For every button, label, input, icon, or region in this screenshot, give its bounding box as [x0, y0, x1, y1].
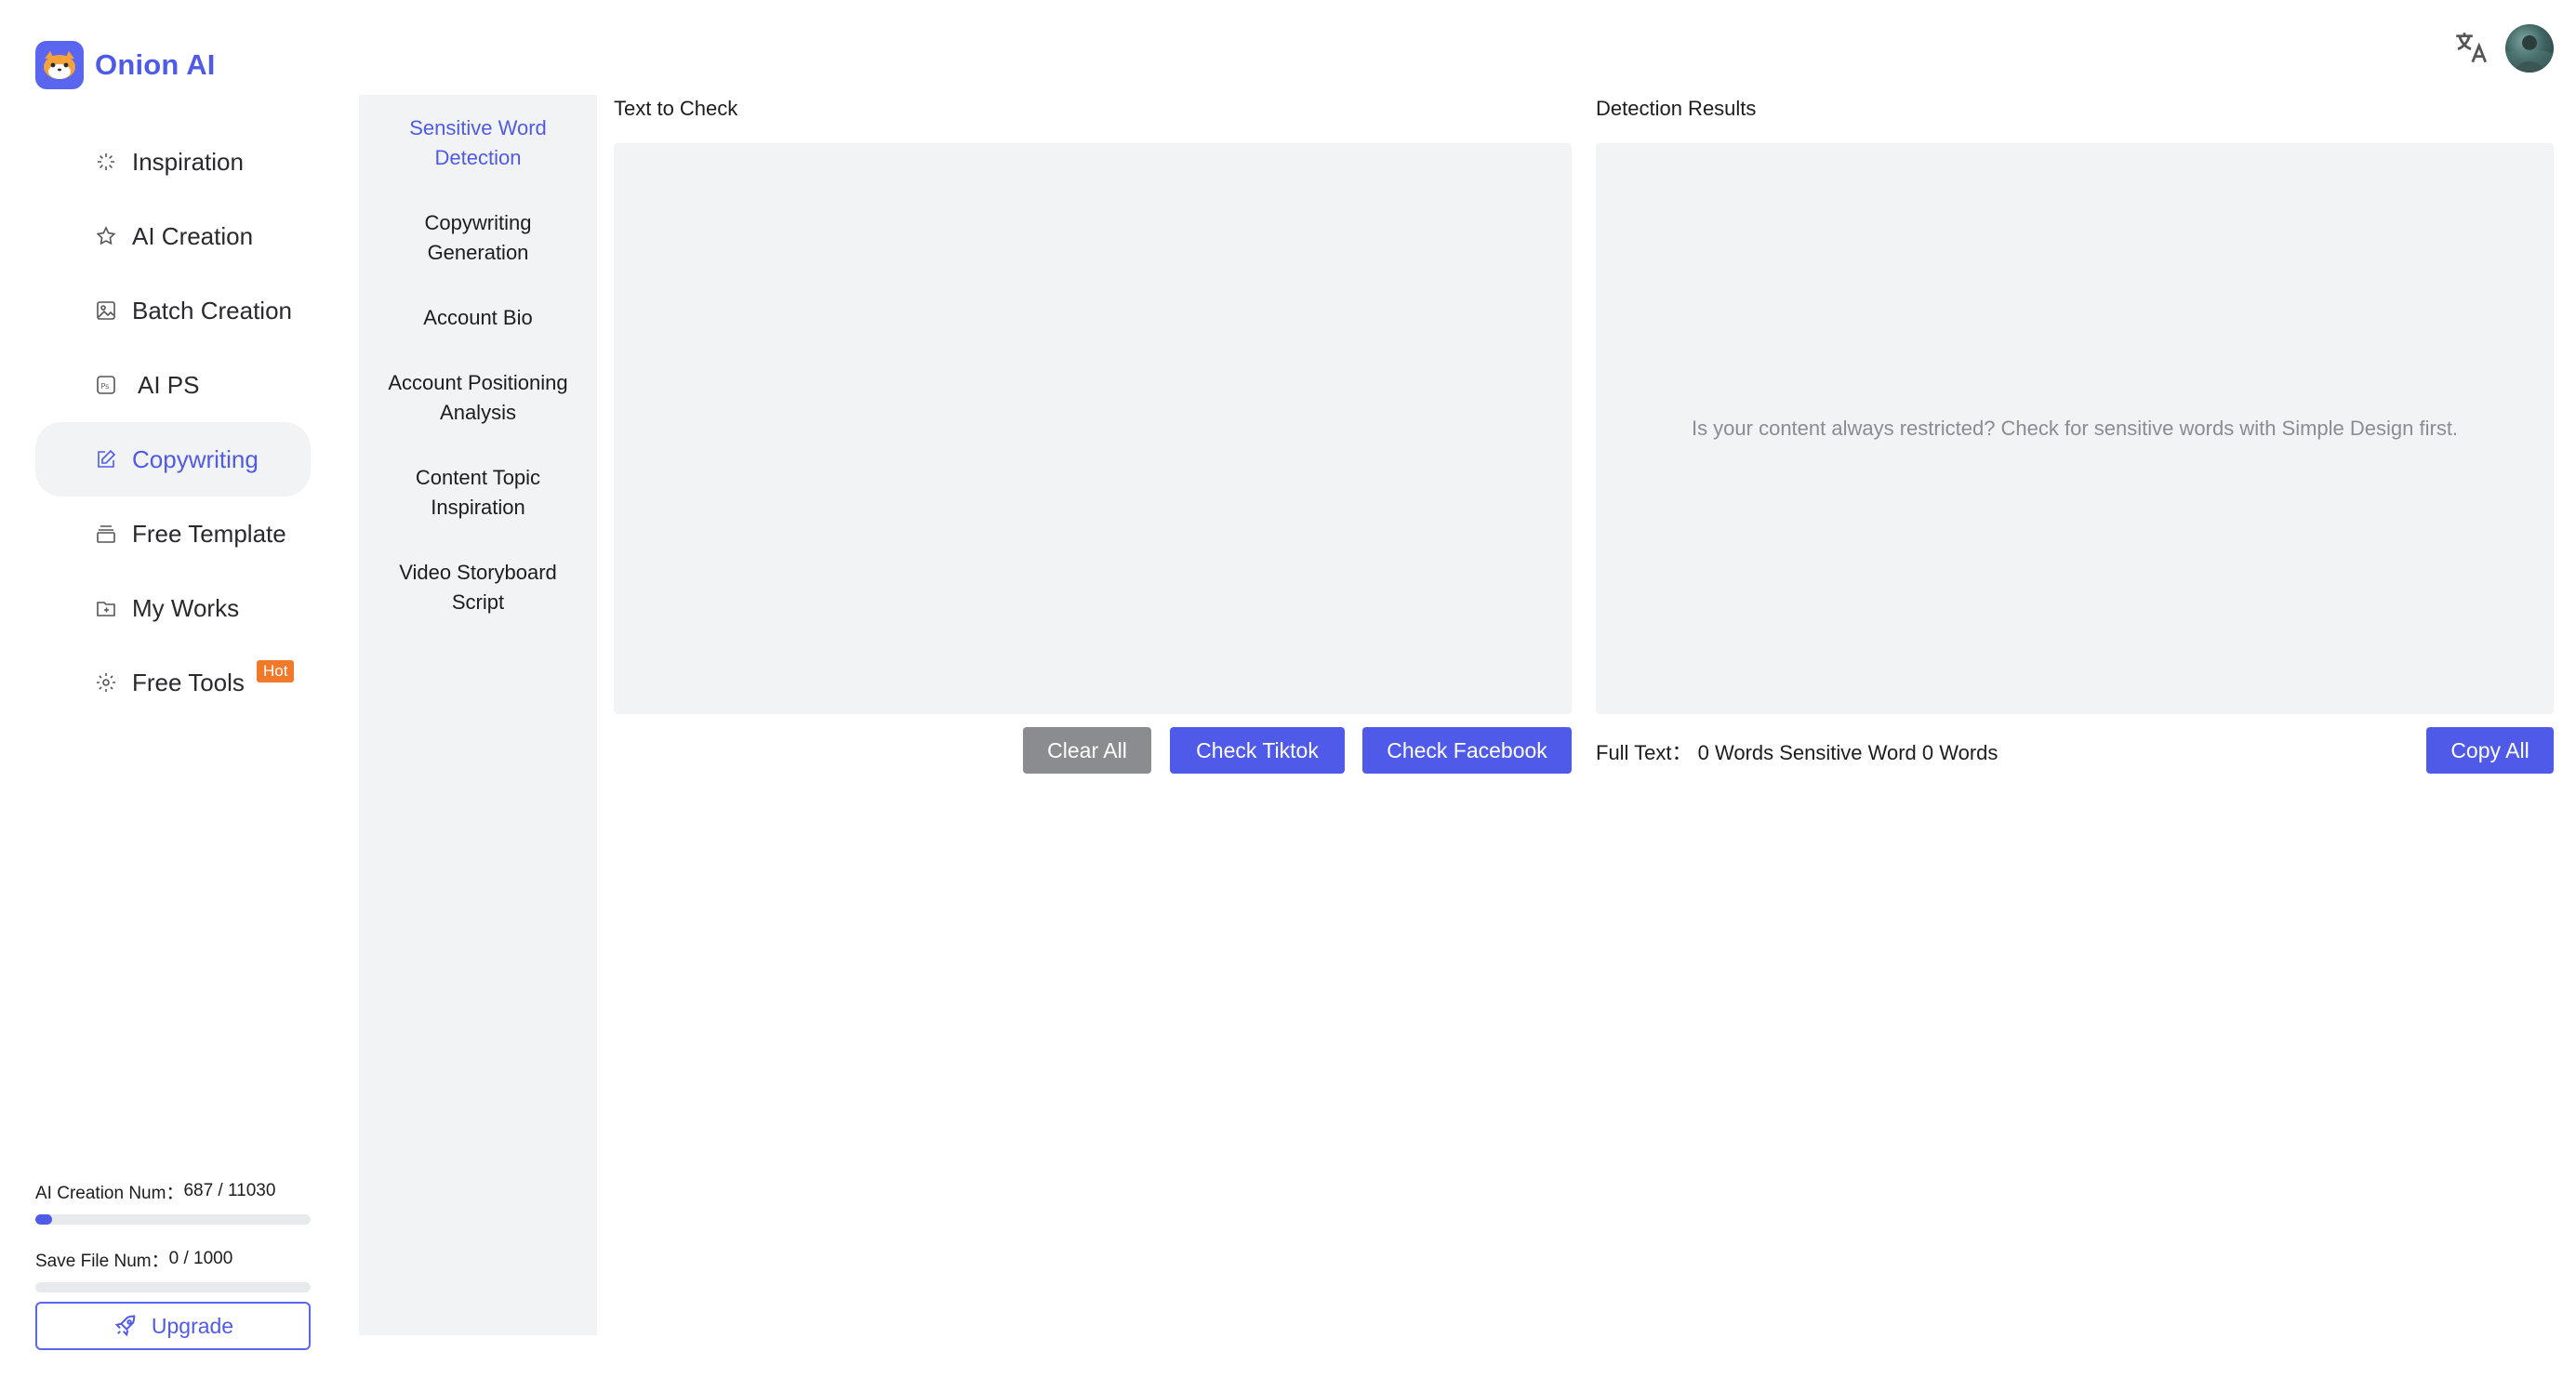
app-name: Onion AI [95, 48, 216, 81]
clear-all-button[interactable]: Clear All [1023, 727, 1151, 774]
sidebar-item-label: AI Creation [132, 221, 254, 250]
avatar-image-icon [2505, 35, 2554, 73]
sidebar-item-batch-creation[interactable]: Batch Creation [35, 273, 311, 348]
submenu-item-copywriting-generation[interactable]: Copywriting Generation [359, 208, 597, 268]
sidebar-item-free-template[interactable]: Free Template [35, 497, 311, 571]
sidebar-item-label: AI PS [138, 370, 200, 399]
sparkle-icon [98, 153, 114, 170]
svg-text:Ps: Ps [101, 382, 110, 391]
photoshop-icon: Ps [97, 376, 115, 394]
usage-panel: AI Creation Num： 687 / 11030 Save File N… [35, 1177, 311, 1313]
sidebar-item-copywriting[interactable]: Copywriting [35, 422, 311, 497]
ai-creation-progress-fill [35, 1214, 53, 1225]
upgrade-button[interactable]: Upgrade [35, 1302, 311, 1350]
rocket-icon [114, 1315, 136, 1337]
save-file-usage: Save File Num： 0 / 1000 [35, 1245, 311, 1273]
submenu-item-content-topic-inspiration[interactable]: Content Topic Inspiration [359, 463, 597, 523]
submenu-item-account-bio[interactable]: Account Bio [359, 303, 597, 333]
hot-badge: Hot [257, 660, 295, 682]
onion-logo-icon [35, 41, 84, 89]
logo[interactable]: Onion AI [35, 41, 216, 89]
sidebar-item-inspiration[interactable]: Inspiration [35, 125, 311, 199]
ai-creation-label: AI Creation Num： [35, 1183, 184, 1203]
check-tiktok-button[interactable]: Check Tiktok [1170, 727, 1345, 774]
check-facebook-button[interactable]: Check Facebook [1362, 727, 1572, 774]
edit-icon [98, 449, 116, 468]
text-to-check-input[interactable] [614, 143, 1572, 714]
sidebar-item-label: My Works [132, 593, 240, 622]
sidebar: Onion AI Inspiration AI Creation Batch C… [0, 0, 335, 1378]
folder-icon [97, 602, 115, 616]
sidebar-item-label: Free Tools [132, 668, 245, 696]
word-count-stats: Full Text： 0 Words Sensitive Word 0 Word… [1596, 741, 1998, 764]
ai-creation-progress [35, 1214, 311, 1225]
sidebar-item-label: Inspiration [132, 147, 244, 176]
copy-all-button[interactable]: Copy All [2426, 727, 2554, 774]
sidebar-item-ai-ps[interactable]: Ps AI PS [35, 348, 311, 422]
results-placeholder: Is your content always restricted? Check… [1691, 417, 2459, 440]
sidebar-item-ai-creation[interactable]: AI Creation [35, 199, 311, 273]
text-to-check-title: Text to Check [614, 97, 738, 120]
upgrade-label: Upgrade [151, 1313, 234, 1338]
save-file-label: Save File Num： [35, 1251, 169, 1271]
submenu-item-sensitive-word-detection[interactable]: Sensitive Word Detection [359, 113, 597, 173]
image-icon [97, 301, 115, 320]
copywriting-submenu: Sensitive Word Detection Copywriting Gen… [359, 95, 597, 1335]
star-icon [96, 226, 116, 245]
sidebar-item-label: Copywriting [132, 444, 259, 473]
detection-results-panel: Is your content always restricted? Check… [1596, 143, 2554, 714]
submenu-item-video-storyboard-script[interactable]: Video Storyboard Script [359, 558, 597, 617]
sidebar-item-my-works[interactable]: My Works [35, 571, 311, 645]
save-file-value: 0 / 1000 [168, 1249, 233, 1268]
template-icon [97, 525, 115, 543]
user-avatar[interactable] [2505, 24, 2554, 73]
ai-creation-value: 687 / 11030 [183, 1181, 276, 1200]
sidebar-item-free-tools[interactable]: Free Tools Hot [35, 645, 311, 720]
sidebar-item-label: Free Template [132, 519, 286, 548]
detection-results-title: Detection Results [1596, 97, 1757, 120]
sidebar-item-label: Batch Creation [132, 296, 292, 325]
submenu-item-account-positioning-analysis[interactable]: Account Positioning Analysis [359, 368, 597, 428]
translate-icon[interactable] [2451, 28, 2490, 67]
main-nav: Inspiration AI Creation Batch Creation P… [35, 125, 311, 720]
ai-creation-usage: AI Creation Num： 687 / 11030 [35, 1177, 311, 1205]
gear-icon [97, 673, 115, 692]
app-root: Onion AI Inspiration AI Creation Batch C… [0, 0, 2576, 1378]
save-file-progress [35, 1282, 311, 1292]
